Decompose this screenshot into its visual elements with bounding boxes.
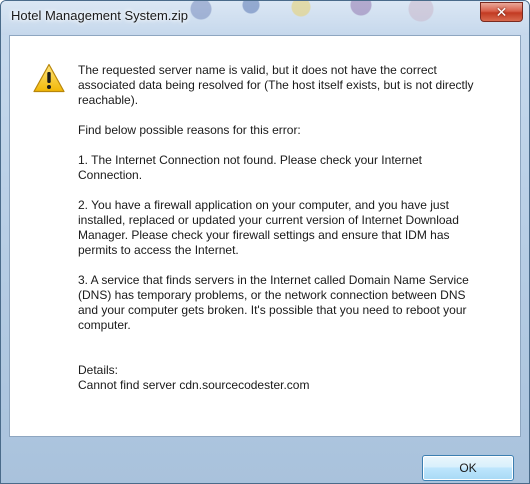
message-reasons-heading: Find below possible reasons for this err… [78,123,301,137]
message-intro: The requested server name is valid, but … [78,63,474,107]
window-title: Hotel Management System.zip [11,8,189,23]
close-icon: ✕ [495,4,508,20]
ok-button[interactable]: OK [422,455,514,481]
error-dialog-window: Hotel Management System.zip ✕ The reques… [0,0,530,484]
warning-icon [33,63,65,93]
dialog-footer: OK [9,437,521,481]
message-reason-1: 1. The Internet Connection not found. Pl… [78,153,422,182]
error-message: The requested server name is valid, but … [78,63,478,393]
message-reason-2: 2. You have a firewall application on yo… [78,198,459,257]
title-bar[interactable]: Hotel Management System.zip ✕ [1,1,529,35]
details-value: Cannot find server cdn.sourcecodester.co… [78,378,310,392]
close-button[interactable]: ✕ [480,2,523,22]
message-reason-3: 3. A service that finds servers in the I… [78,273,469,332]
details-label: Details: [78,363,119,377]
